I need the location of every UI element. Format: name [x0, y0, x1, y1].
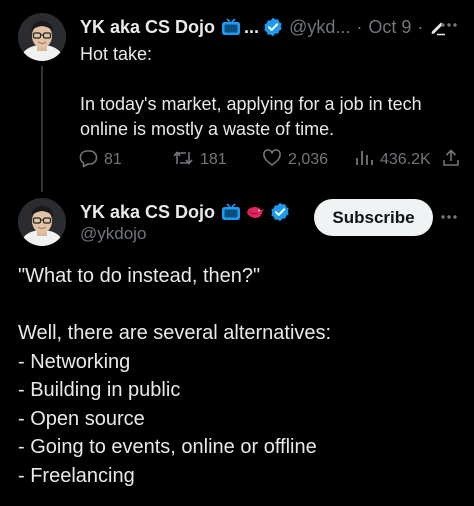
list-item: - Open source	[18, 407, 145, 430]
tweet-text-line: online is mostly a waste of time.	[80, 119, 335, 139]
tweet-text: "What to do instead, then?" Well, there …	[18, 262, 462, 490]
reply-count: 81	[104, 151, 122, 168]
repost-button[interactable]: 181	[172, 146, 227, 174]
tv-icon	[221, 18, 241, 36]
avatar[interactable]	[18, 198, 66, 246]
list-item: - Going to events, online or offline	[18, 436, 317, 458]
repost-count: 181	[200, 151, 227, 168]
author-name[interactable]: YK aka CS Dojo	[80, 17, 215, 38]
more-icon[interactable]	[438, 14, 460, 41]
list-item: - Freelancing	[18, 464, 135, 487]
repost-icon	[172, 148, 194, 173]
verified-icon[interactable]	[263, 17, 283, 37]
list-item: - Building in public	[18, 379, 181, 401]
bird-icon	[244, 202, 266, 222]
thread-connector-line	[41, 66, 43, 192]
views-count: 436.2K	[380, 151, 431, 168]
author-name[interactable]: YK aka CS Dojo	[80, 202, 215, 223]
tweet-header: YK aka CS Dojo	[80, 199, 290, 225]
verified-icon[interactable]	[270, 202, 290, 222]
tweet-text-line: "What to do instead, then?"	[18, 265, 261, 287]
tweet-text-line: Well, there are several alternatives:	[18, 322, 332, 344]
analytics-icon	[354, 148, 374, 173]
tweet-text-line: In today's market, applying for a job in…	[80, 94, 422, 114]
reply-button[interactable]: 81	[78, 146, 122, 174]
author-handle[interactable]: @ykdojo	[80, 224, 146, 244]
tweet-thread: YK aka CS Dojo ... @ykd... · Oct 9 · Hot…	[0, 0, 474, 506]
heart-icon	[262, 148, 282, 173]
separator: ·	[356, 16, 363, 37]
share-icon	[441, 148, 461, 173]
subscribe-button[interactable]: Subscribe	[314, 199, 433, 236]
tweet-date[interactable]: Oct 9	[368, 17, 411, 38]
tweet-text: Hot take: In today's market, applying fo…	[80, 42, 460, 142]
tweet-text-line: Hot take:	[80, 44, 153, 64]
like-count: 2,036	[288, 151, 329, 168]
author-handle[interactable]: @ykd...	[289, 17, 350, 38]
tv-icon	[221, 203, 241, 221]
tweet-actions-bar: 81 181 2,036 436.2K	[78, 146, 468, 174]
share-button[interactable]	[441, 146, 461, 174]
badge-overflow-text: ...	[244, 16, 260, 37]
views-button[interactable]: 436.2K	[354, 146, 431, 174]
reply-icon	[78, 148, 98, 173]
like-button[interactable]: 2,036	[262, 146, 328, 174]
list-item: - Networking	[18, 350, 131, 373]
more-icon[interactable]	[438, 206, 460, 233]
avatar[interactable]	[18, 13, 66, 61]
separator: ·	[417, 16, 424, 37]
tweet-header: YK aka CS Dojo ... @ykd... · Oct 9 ·	[80, 14, 460, 40]
